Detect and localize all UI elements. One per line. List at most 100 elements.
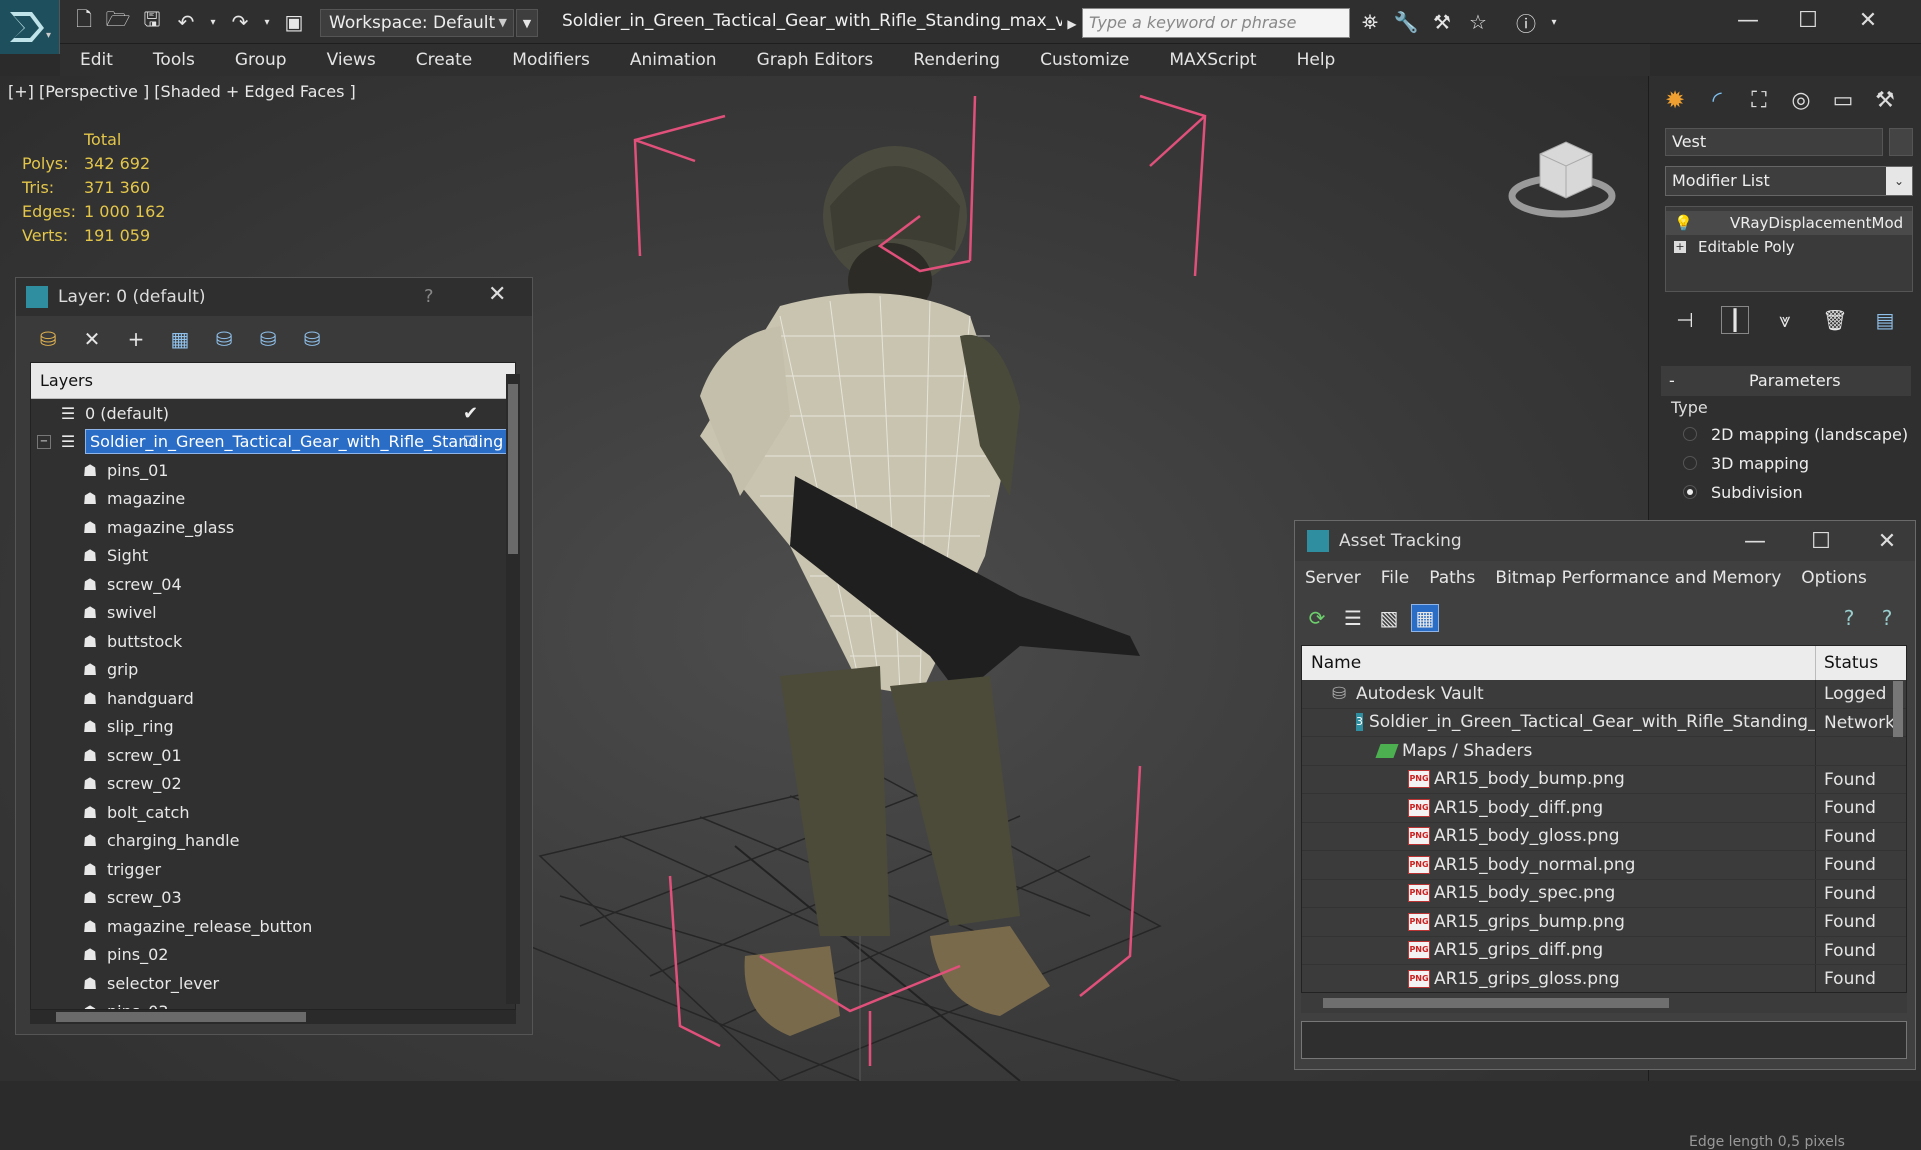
maximize-icon[interactable]: ☐ [1778, 0, 1838, 40]
object-row[interactable]: ☗ trigger [31, 855, 515, 884]
menu-group[interactable]: Group [215, 44, 307, 76]
menu-rendering[interactable]: Rendering [893, 44, 1020, 76]
redo-icon[interactable]: ↷ [226, 8, 254, 36]
object-row[interactable]: ☗ screw_03 [31, 884, 515, 913]
maximize-icon[interactable]: ☐ [1791, 521, 1851, 561]
object-row[interactable]: ☗pins_03 [31, 998, 515, 1009]
asset-row-scene-file[interactable]: 3 Soldier_in_Green_Tactical_Gear_with_Rif… [1302, 708, 1906, 737]
table-view-icon[interactable]: ▦ [1411, 604, 1439, 632]
set-current-layer-icon[interactable]: ⛁ [254, 325, 282, 353]
communication-icon[interactable]: ⚒ [1428, 8, 1456, 36]
asset-row-vault[interactable]: ⛁ Autodesk Vault Logged [1302, 680, 1906, 709]
asset-horizontal-scrollbar[interactable] [1301, 993, 1907, 1013]
show-end-result-icon[interactable]: ┃ [1721, 306, 1749, 334]
binoculars-icon[interactable]: ⛯ [1356, 8, 1384, 36]
radio-button[interactable] [1683, 456, 1697, 470]
object-row[interactable]: ☗ screw_04 [31, 570, 515, 599]
hierarchy-tab-icon[interactable]: ⛶ [1739, 80, 1779, 120]
collapse-icon[interactable]: − [37, 434, 51, 449]
asset-row-bitmap[interactable]: PNG AR15_grips_diff.png Found [1302, 936, 1906, 965]
utilities-tab-icon[interactable]: ⚒ [1865, 80, 1905, 120]
column-status-header[interactable]: Status [1816, 646, 1906, 680]
configure-modifier-sets-icon[interactable]: ▤ [1871, 306, 1899, 334]
create-layer-icon[interactable]: ⛁ [34, 325, 62, 353]
workspace-dropdown[interactable]: Workspace: Default ▼ [320, 9, 514, 37]
make-unique-icon[interactable]: ⩔ [1771, 306, 1799, 334]
object-row[interactable]: ☗ pins_01 [31, 456, 515, 485]
scrollbar-thumb[interactable] [1893, 681, 1903, 737]
modifier-list-dropdown[interactable]: Modifier List ⌄ [1665, 166, 1913, 196]
asset-row-bitmap[interactable]: PNG AR15_grips_gloss.png Found [1302, 965, 1906, 992]
select-layer-icon[interactable]: ⛁ [210, 325, 238, 353]
asset-menu-paths[interactable]: Paths [1419, 561, 1485, 595]
menu-maxscript[interactable]: MAXScript [1149, 44, 1276, 76]
radio-2d-mapping[interactable]: 2D mapping (landscape) [1661, 422, 1911, 446]
close-icon[interactable]: ✕ [1838, 0, 1898, 40]
close-icon[interactable]: ✕ [1857, 521, 1917, 561]
help-icon[interactable]: ⓘ [1512, 8, 1540, 36]
radio-button-selected[interactable] [1683, 485, 1697, 499]
menu-animation[interactable]: Animation [610, 44, 737, 76]
asset-row-bitmap[interactable]: PNG AR15_body_bump.png Found [1302, 765, 1906, 794]
project-folder-icon[interactable]: ▣ [280, 8, 308, 36]
help-icon[interactable]: ? [1835, 604, 1863, 632]
list-view-icon[interactable]: ☰ [1339, 604, 1367, 632]
minimize-icon[interactable]: — [1725, 521, 1785, 561]
object-row[interactable]: ☗ Sight [31, 542, 515, 571]
object-row[interactable]: ☗ pins_02 [31, 941, 515, 970]
radio-subdivision[interactable]: Subdivision [1661, 480, 1911, 504]
asset-row-maps-shaders[interactable]: Maps / Shaders [1302, 737, 1906, 766]
create-tab-icon[interactable]: ✹ [1655, 80, 1695, 120]
stack-item-vraydisplacement[interactable]: 💡 VRayDisplacementMod [1666, 211, 1912, 235]
scrollbar-thumb[interactable] [1323, 998, 1669, 1008]
search-input[interactable]: Type a keyword or phrase [1082, 8, 1350, 38]
open-file-icon[interactable]: 🗁 [104, 7, 132, 36]
column-name-header[interactable]: Name [1302, 646, 1816, 680]
object-row[interactable]: ☗ swivel [31, 599, 515, 628]
asset-menu-file[interactable]: File [1371, 561, 1419, 595]
redo-dropdown-icon[interactable]: ▾ [260, 8, 274, 36]
asset-row-bitmap[interactable]: PNG AR15_body_gloss.png Found [1302, 822, 1906, 851]
menu-modifiers[interactable]: Modifiers [492, 44, 610, 76]
lightbulb-icon[interactable]: 💡 [1674, 214, 1693, 232]
help-dropdown-icon[interactable]: ▾ [1548, 8, 1560, 36]
layer-panel-titlebar[interactable]: Layer: 0 (default) ? ✕ [16, 278, 532, 316]
viewport-label[interactable]: [+] [Perspective ] [Shaded + Edged Faces… [8, 82, 356, 101]
close-icon[interactable]: ✕ [488, 282, 506, 307]
asset-row-bitmap[interactable]: PNG AR15_body_spec.png Found [1302, 879, 1906, 908]
save-icon[interactable]: 🖫 [138, 7, 166, 36]
menu-views[interactable]: Views [307, 44, 396, 76]
search-expand-icon[interactable]: ▶ [1064, 10, 1080, 38]
menu-create[interactable]: Create [396, 44, 493, 76]
layer-vertical-scrollbar[interactable] [506, 374, 520, 1004]
current-layer-toggle-icon[interactable]: ☐ [463, 434, 476, 450]
object-row[interactable]: ☗ slip_ring [31, 713, 515, 742]
object-row[interactable]: ☗ magazine_release_button [31, 912, 515, 941]
scrollbar-thumb[interactable] [508, 384, 518, 554]
object-row[interactable]: ☗ handguard [31, 684, 515, 713]
undo-icon[interactable]: ↶ [172, 8, 200, 36]
workspace-menu-icon[interactable]: ▼ [516, 9, 538, 37]
favorites-star-icon[interactable]: ☆ [1464, 8, 1492, 36]
layers-column-header[interactable]: Layers [31, 363, 515, 399]
scrollbar-thumb[interactable] [56, 1012, 306, 1022]
delete-layer-icon[interactable]: ✕ [78, 325, 106, 353]
layer-panel-help-button[interactable]: ? [424, 286, 434, 307]
parameters-rollout-header[interactable]: - Parameters [1661, 366, 1911, 396]
asset-row-bitmap[interactable]: PNG AR15_body_normal.png Found [1302, 851, 1906, 880]
hide-freeze-layer-icon[interactable]: ⛁ [298, 325, 326, 353]
asset-row-bitmap[interactable]: PNG AR15_body_diff.png Found [1302, 794, 1906, 823]
checkmark-icon[interactable]: ✔ [463, 403, 478, 424]
object-row[interactable]: ☗ screw_01 [31, 741, 515, 770]
radio-3d-mapping[interactable]: 3D mapping [1661, 451, 1911, 475]
modify-tab-icon[interactable]: ◜ [1697, 80, 1737, 120]
object-row[interactable]: ☗ bolt_catch [31, 798, 515, 827]
asset-row-bitmap[interactable]: PNG AR15_grips_bump.png Found [1302, 908, 1906, 937]
undo-dropdown-icon[interactable]: ▾ [206, 8, 220, 36]
add-selected-icon[interactable]: + [122, 325, 150, 353]
minimize-icon[interactable]: — [1718, 0, 1778, 40]
viewcube-icon[interactable] [1500, 126, 1620, 226]
object-color-swatch[interactable] [1889, 128, 1913, 156]
asset-vertical-scrollbar[interactable] [1891, 679, 1905, 989]
menu-graph-editors[interactable]: Graph Editors [737, 44, 894, 76]
